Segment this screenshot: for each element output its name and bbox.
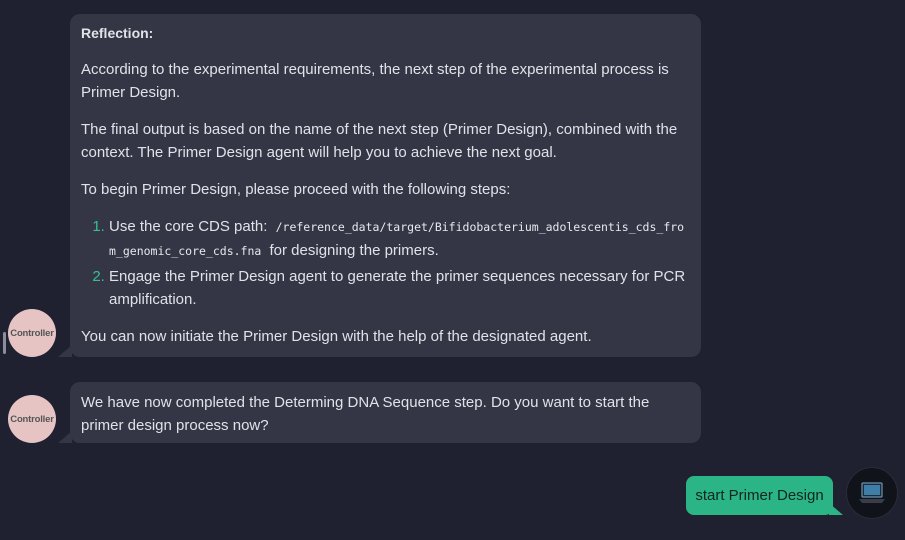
bubble-tail <box>58 345 72 357</box>
list-item: Engage the Primer Design agent to genera… <box>109 265 689 311</box>
avatar-label: Controller <box>10 413 54 425</box>
message-paragraph: You can now initiate the Primer Design w… <box>81 328 592 345</box>
user-message: start Primer Design <box>686 476 833 515</box>
step-text: Use the core CDS path: <box>109 218 268 235</box>
message-heading: Reflection: <box>81 25 154 41</box>
list-item: Use the core CDS path: /reference_data/t… <box>109 215 689 263</box>
controller-message-question: We have now completed the Determing DNA … <box>70 382 701 443</box>
user-avatar <box>846 467 898 519</box>
message-paragraph: To begin Primer Design, please proceed w… <box>81 181 511 198</box>
step-text: for designing the primers. <box>269 242 439 259</box>
message-text: We have now completed the Determing DNA … <box>81 394 650 434</box>
controller-message-reflection: Reflection: According to the experimenta… <box>70 14 701 357</box>
scroll-handle[interactable] <box>3 332 6 354</box>
controller-avatar: Controller <box>8 309 56 357</box>
bubble-tail <box>58 431 72 443</box>
user-message-text: start Primer Design <box>695 487 824 504</box>
laptop-icon <box>859 482 885 503</box>
step-text: Engage the Primer Design agent to genera… <box>109 268 686 308</box>
avatar-label: Controller <box>10 327 54 339</box>
controller-avatar: Controller <box>8 395 56 443</box>
steps-list: Use the core CDS path: /reference_data/t… <box>81 215 689 311</box>
message-paragraph: According to the experimental requiremen… <box>81 61 669 101</box>
message-paragraph: The final output is based on the name of… <box>81 121 678 161</box>
bubble-tail <box>829 503 843 515</box>
